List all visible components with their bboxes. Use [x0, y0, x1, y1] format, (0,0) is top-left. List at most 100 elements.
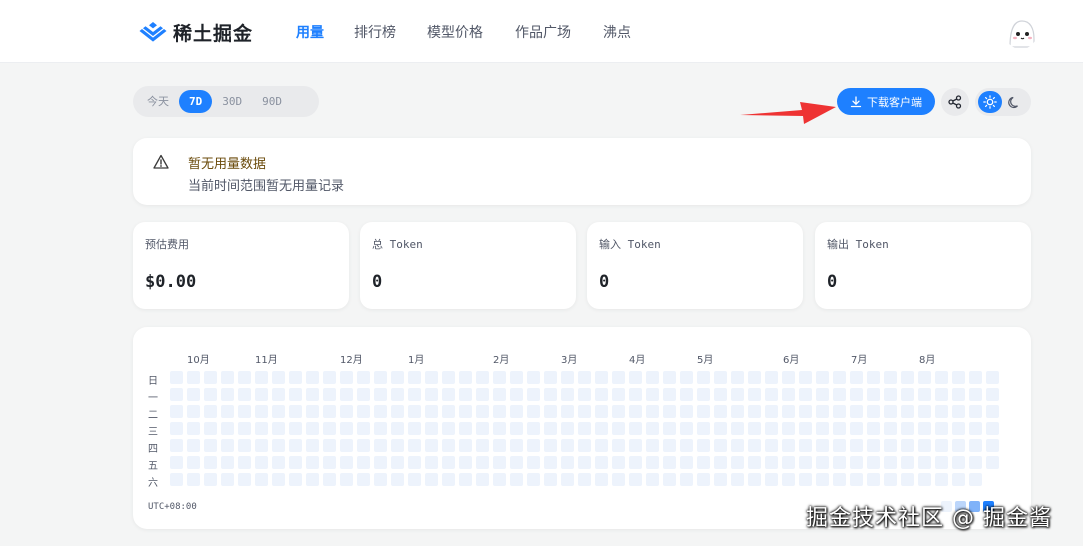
heatmap-cell[interactable]	[374, 422, 387, 435]
heatmap-cell[interactable]	[510, 371, 523, 384]
heatmap-cell[interactable]	[272, 371, 285, 384]
heatmap-cell[interactable]	[306, 439, 319, 452]
heatmap-cell[interactable]	[714, 371, 727, 384]
heatmap-cell[interactable]	[833, 388, 846, 401]
heatmap-cell[interactable]	[748, 456, 761, 469]
heatmap-cell[interactable]	[782, 439, 795, 452]
heatmap-cell[interactable]	[663, 388, 676, 401]
heatmap-cell[interactable]	[374, 371, 387, 384]
heatmap-cell[interactable]	[289, 473, 302, 486]
heatmap-cell[interactable]	[187, 371, 200, 384]
download-client-button[interactable]: 下载客户端	[837, 88, 935, 115]
heatmap-cell[interactable]	[629, 422, 642, 435]
heatmap-cell[interactable]	[289, 439, 302, 452]
heatmap-cell[interactable]	[629, 456, 642, 469]
heatmap-cell[interactable]	[255, 422, 268, 435]
heatmap-cell[interactable]	[578, 371, 591, 384]
heatmap-cell[interactable]	[170, 422, 183, 435]
heatmap-cell[interactable]	[969, 473, 982, 486]
heatmap-cell[interactable]	[408, 456, 421, 469]
range-today-button[interactable]: 今天	[137, 90, 179, 113]
heatmap-cell[interactable]	[340, 473, 353, 486]
heatmap-cell[interactable]	[561, 388, 574, 401]
heatmap-cell[interactable]	[850, 388, 863, 401]
heatmap-cell[interactable]	[969, 371, 982, 384]
heatmap-cell[interactable]	[799, 473, 812, 486]
heatmap-cell[interactable]	[306, 388, 319, 401]
heatmap-cell[interactable]	[272, 456, 285, 469]
heatmap-cell[interactable]	[612, 473, 625, 486]
heatmap-cell[interactable]	[391, 388, 404, 401]
heatmap-cell[interactable]	[765, 371, 778, 384]
heatmap-cell[interactable]	[816, 405, 829, 418]
heatmap-cell[interactable]	[782, 371, 795, 384]
heatmap-cell[interactable]	[340, 405, 353, 418]
heatmap-cell[interactable]	[527, 439, 540, 452]
heatmap-cell[interactable]	[204, 473, 217, 486]
heatmap-cell[interactable]	[459, 422, 472, 435]
heatmap-cell[interactable]	[952, 422, 965, 435]
heatmap-cell[interactable]	[255, 473, 268, 486]
heatmap-cell[interactable]	[510, 405, 523, 418]
heatmap-cell[interactable]	[612, 371, 625, 384]
heatmap-cell[interactable]	[340, 456, 353, 469]
heatmap-cell[interactable]	[918, 422, 931, 435]
heatmap-cell[interactable]	[799, 456, 812, 469]
heatmap-cell[interactable]	[714, 473, 727, 486]
heatmap-cell[interactable]	[476, 439, 489, 452]
heatmap-cell[interactable]	[272, 473, 285, 486]
heatmap-cell[interactable]	[646, 371, 659, 384]
heatmap-cell[interactable]	[697, 456, 710, 469]
heatmap-cell[interactable]	[442, 371, 455, 384]
heatmap-cell[interactable]	[765, 422, 778, 435]
heatmap-cell[interactable]	[255, 439, 268, 452]
heatmap-cell[interactable]	[527, 388, 540, 401]
heatmap-cell[interactable]	[850, 371, 863, 384]
heatmap-cell[interactable]	[697, 388, 710, 401]
heatmap-cell[interactable]	[323, 456, 336, 469]
heatmap-cell[interactable]	[442, 456, 455, 469]
heatmap-cell[interactable]	[510, 439, 523, 452]
heatmap-cell[interactable]	[833, 439, 846, 452]
heatmap-cell[interactable]	[935, 456, 948, 469]
heatmap-cell[interactable]	[799, 405, 812, 418]
heatmap-cell[interactable]	[170, 439, 183, 452]
heatmap-cell[interactable]	[221, 439, 234, 452]
brand-logo[interactable]: 稀土掘金	[139, 18, 253, 46]
heatmap-cell[interactable]	[204, 405, 217, 418]
heatmap-cell[interactable]	[680, 371, 693, 384]
heatmap-cell[interactable]	[578, 405, 591, 418]
heatmap-cell[interactable]	[272, 439, 285, 452]
heatmap-cell[interactable]	[833, 456, 846, 469]
heatmap-cell[interactable]	[986, 422, 999, 435]
heatmap-cell[interactable]	[357, 439, 370, 452]
heatmap-cell[interactable]	[595, 439, 608, 452]
heatmap-cell[interactable]	[357, 473, 370, 486]
heatmap-cell[interactable]	[612, 456, 625, 469]
heatmap-cell[interactable]	[204, 388, 217, 401]
heatmap-cell[interactable]	[816, 371, 829, 384]
heatmap-cell[interactable]	[238, 371, 251, 384]
range-30d-button[interactable]: 30D	[212, 90, 252, 113]
heatmap-cell[interactable]	[476, 473, 489, 486]
nav-item-pins[interactable]: 沸点	[603, 22, 631, 42]
heatmap-cell[interactable]	[510, 456, 523, 469]
heatmap-cell[interactable]	[680, 388, 693, 401]
heatmap-cell[interactable]	[408, 422, 421, 435]
heatmap-cell[interactable]	[731, 456, 744, 469]
heatmap-cell[interactable]	[918, 388, 931, 401]
heatmap-cell[interactable]	[476, 405, 489, 418]
heatmap-cell[interactable]	[255, 388, 268, 401]
heatmap-cell[interactable]	[408, 439, 421, 452]
heatmap-cell[interactable]	[187, 473, 200, 486]
share-button[interactable]	[941, 88, 969, 116]
heatmap-cell[interactable]	[731, 439, 744, 452]
heatmap-cell[interactable]	[561, 371, 574, 384]
heatmap-cell[interactable]	[884, 422, 897, 435]
heatmap-cell[interactable]	[595, 405, 608, 418]
heatmap-cell[interactable]	[646, 473, 659, 486]
heatmap-cell[interactable]	[697, 422, 710, 435]
heatmap-cell[interactable]	[306, 456, 319, 469]
heatmap-cell[interactable]	[884, 405, 897, 418]
heatmap-cell[interactable]	[425, 422, 438, 435]
